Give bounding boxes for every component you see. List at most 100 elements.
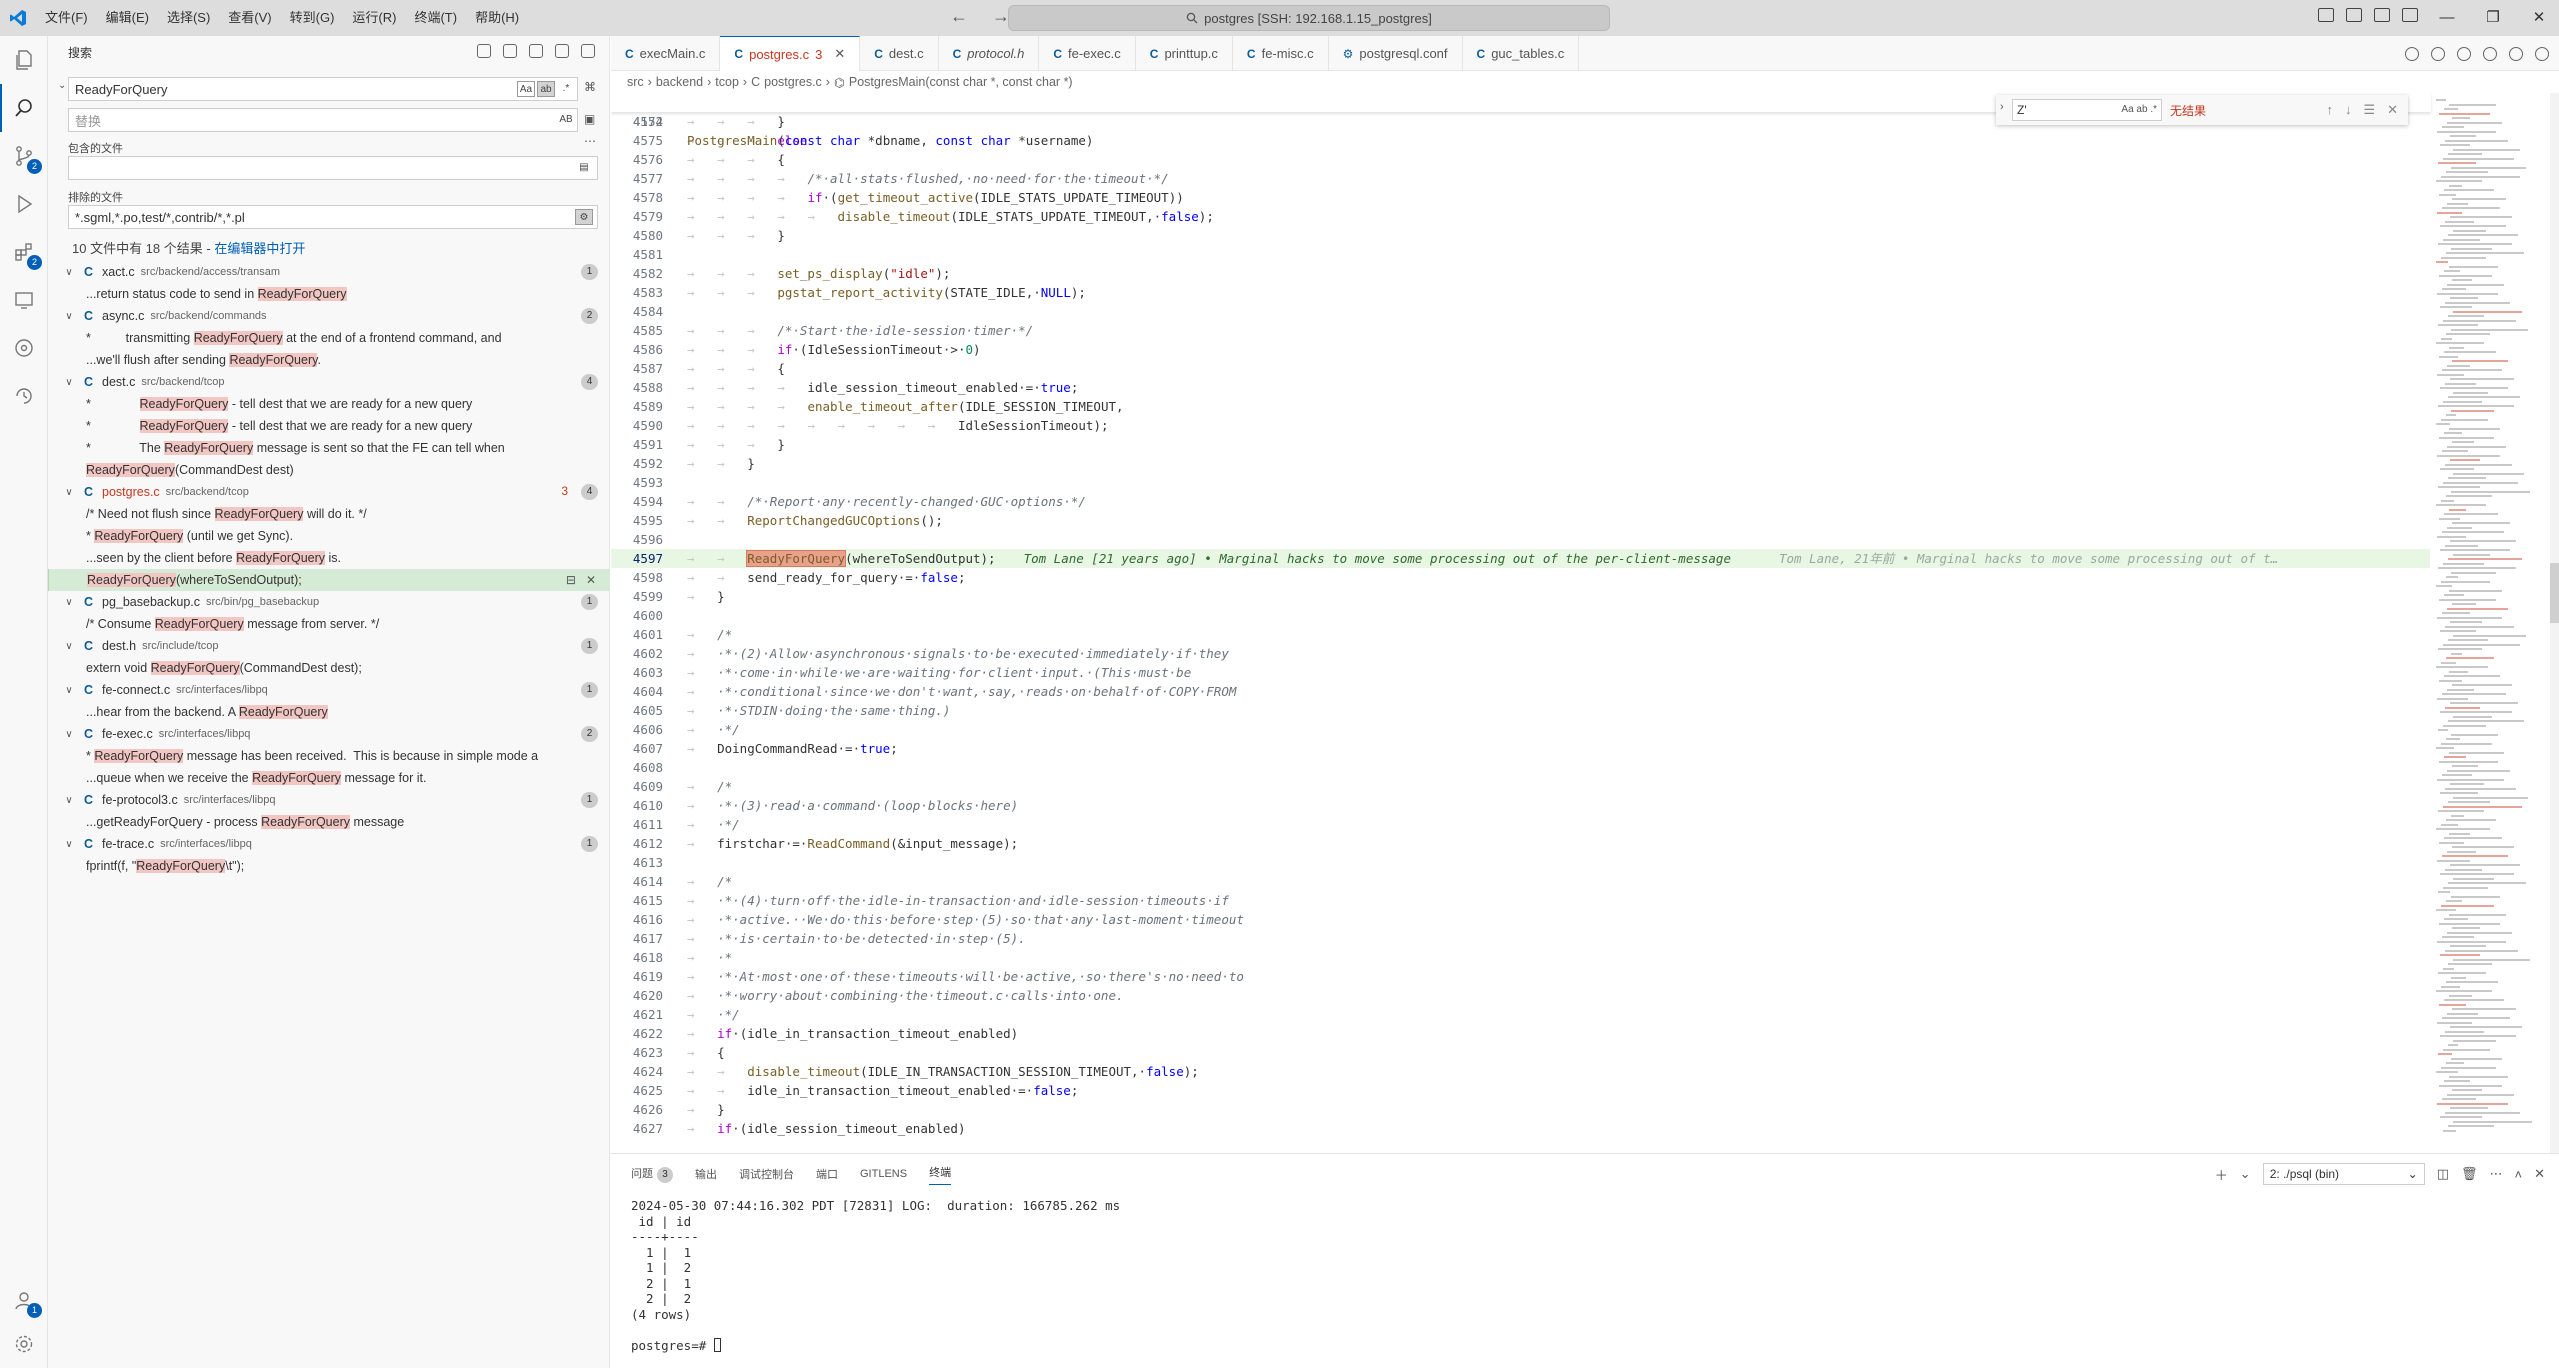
open-in-editor-link[interactable]: 在编辑器中打开 — [214, 241, 305, 256]
code-line[interactable]: 4611 → ·*/ — [611, 815, 2431, 834]
maximize-panel-icon[interactable]: ˄ — [2515, 1167, 2523, 1182]
result-match-row[interactable]: * ReadyForQuery - tell dest that we are … — [48, 415, 610, 437]
code-line[interactable]: 4609 → /* — [611, 777, 2431, 796]
kill-terminal-icon[interactable]: 🗑 — [2461, 1166, 2478, 1182]
result-match-row[interactable]: ...we'll flush after sending ReadyForQue… — [48, 349, 610, 371]
editor-tab[interactable]: Cfe-exec.c — [1039, 36, 1136, 71]
extensions-icon[interactable]: 2 — [0, 228, 48, 276]
new-terminal-icon[interactable]: ＋ — [2215, 1165, 2228, 1184]
result-match-row[interactable]: * ReadyForQuery message has been receive… — [48, 745, 610, 767]
code-line[interactable]: 4586 → → → if·(IdleSessionTimeout·>·0) — [611, 340, 2431, 359]
result-file-row[interactable]: ∨ Cfe-exec.c src/interfaces/libpq 2 — [48, 723, 610, 745]
result-match-row[interactable]: ReadyForQuery(whereToSendOutput); ⊟ ✕ — [48, 569, 610, 591]
result-file-row[interactable]: ∨ Cpostgres.c src/backend/tcop 3 4 — [48, 481, 610, 503]
result-file-row[interactable]: ∨ Cfe-trace.c src/interfaces/libpq 1 — [48, 833, 610, 855]
settings-gear-icon[interactable] — [0, 1320, 48, 1368]
close-panel-icon[interactable]: ✕ — [2534, 1166, 2545, 1182]
chevron-down-icon[interactable]: ∨ — [58, 839, 80, 850]
code-line[interactable]: 4625 → → idle_in_transaction_timeout_enab… — [611, 1081, 2431, 1100]
code-line[interactable]: 4585 → → → /*·Start·the·idle-session·time… — [611, 321, 2431, 340]
replace-all-icon[interactable]: ▣ — [584, 112, 595, 126]
code-editor[interactable]: 4152 PostgresMain(const char *dbname, co… — [611, 93, 2559, 1153]
code-line[interactable]: 4623 → { — [611, 1043, 2431, 1062]
result-file-row[interactable]: ∨ Cfe-protocol3.c src/interfaces/libpq 1 — [48, 789, 610, 811]
panel-tab[interactable]: 终端 — [929, 1164, 952, 1185]
result-match-row[interactable]: extern void ReadyForQuery(CommandDest de… — [48, 657, 610, 679]
code-line[interactable]: 4626 → } — [611, 1100, 2431, 1119]
close-tab-icon[interactable]: ✕ — [834, 46, 845, 62]
more-options-icon[interactable]: ⋯ — [584, 134, 596, 148]
chevron-down-icon[interactable]: ∨ — [58, 377, 80, 388]
chevron-down-icon[interactable]: ∨ — [58, 487, 80, 498]
preserve-case-icon[interactable]: ⌘ — [584, 80, 596, 94]
code-line[interactable]: 4620 → ·*·worry·about·combining·the·timeo… — [611, 986, 2431, 1005]
replace-icon[interactable]: ⊟ — [566, 573, 576, 587]
result-match-row[interactable]: ReadyForQuery(CommandDest dest) — [48, 459, 610, 481]
code-line[interactable]: 4616 → ·*·active.··We·do·this·before·step… — [611, 910, 2431, 929]
code-line[interactable]: 4581 — [611, 245, 2431, 264]
panel-tab[interactable]: GITLENS — [860, 1168, 907, 1180]
match-case-toggle[interactable]: Aa — [517, 81, 535, 97]
gitlens-icon[interactable] — [0, 324, 48, 372]
open-editors-only-icon[interactable]: ▤ — [575, 160, 593, 176]
breadcrumb-item[interactable]: src — [627, 75, 644, 89]
menu-item[interactable]: 转到(G) — [281, 0, 344, 36]
result-match-row[interactable]: /* Consume ReadyForQuery message from se… — [48, 613, 610, 635]
code-line[interactable]: 4602 → ·*·(2)·Allow·asynchronous·signals·… — [611, 644, 2431, 663]
terminal-output[interactable]: 2024-05-30 07:44:16.302 PDT [72831] LOG:… — [631, 1198, 1120, 1353]
panel-tab[interactable]: 输出 — [695, 1166, 717, 1182]
run-debug-icon[interactable] — [0, 180, 48, 228]
code-line[interactable]: 4624 → → disable_timeout(IDLE_IN_TRANSACT… — [611, 1062, 2431, 1081]
explorer-icon[interactable] — [0, 36, 48, 84]
code-line[interactable]: 4583 → → → pgstat_report_activity(STATE_I… — [611, 283, 2431, 302]
toggle-replace-chevron-icon[interactable]: ⌄ — [58, 80, 66, 91]
code-line[interactable]: 4593 — [611, 473, 2431, 492]
find-input[interactable]: Z' Aa ab .* — [2012, 99, 2162, 121]
dismiss-icon[interactable]: ✕ — [586, 573, 596, 587]
code-line[interactable]: 4627 → if·(idle_session_timeout_enabled) — [611, 1119, 2431, 1138]
code-line[interactable]: 4617 → ·*·is·certain·to·be·detected·in·st… — [611, 929, 2431, 948]
breadcrumb-item[interactable]: backend — [656, 75, 703, 89]
run-icon[interactable] — [2405, 46, 2419, 61]
toggle-secondary-sidebar-icon[interactable] — [2374, 8, 2390, 22]
toggle-primary-sidebar-icon[interactable] — [2318, 8, 2334, 22]
code-line[interactable]: 4579 → → → → → disable_timeout(IDLE_STATS… — [611, 207, 2431, 226]
code-line[interactable]: 4576 → → → { — [611, 150, 2431, 169]
command-center[interactable]: postgres [SSH: 192.168.1.15_postgres] — [1008, 5, 1610, 31]
editor-tab[interactable]: Cpostgres.c 3 ✕ — [720, 36, 861, 71]
find-in-selection-icon[interactable]: ☰ — [2363, 102, 2375, 118]
editor-tab[interactable]: Cfe-misc.c — [1233, 36, 1329, 71]
chevron-down-icon[interactable]: ∨ — [58, 729, 80, 740]
code-line[interactable]: 4589 → → → → enable_timeout_after(IDLE_SE… — [611, 397, 2431, 416]
menu-item[interactable]: 帮助(H) — [466, 0, 528, 36]
panel-more-icon[interactable]: ⋯ — [2490, 1166, 2503, 1182]
code-line[interactable]: 4597 → → ReadyForQuery(whereToSendOutput)… — [611, 549, 2431, 568]
code-line[interactable]: 4619 → ·*·At·most·one·of·these·timeouts·w… — [611, 967, 2431, 986]
result-match-row[interactable]: * ReadyForQuery (until we get Sync). — [48, 525, 610, 547]
chevron-down-icon[interactable]: ∨ — [58, 685, 80, 696]
result-match-row[interactable]: fprintf(f, "ReadyForQuery\t"); — [48, 855, 610, 877]
result-match-row[interactable]: ...return status code to send in ReadyFo… — [48, 283, 610, 305]
result-match-row[interactable]: ...hear from the backend. A ReadyForQuer… — [48, 701, 610, 723]
find-options-icon[interactable]: Aa ab .* — [2121, 100, 2157, 120]
code-line[interactable]: 4584 — [611, 302, 2431, 321]
breadcrumb-item[interactable]: postgres.c — [764, 75, 822, 89]
menu-item[interactable]: 终端(T) — [405, 0, 466, 36]
replace-input[interactable]: 替换 AB — [68, 108, 578, 132]
split-editor-icon[interactable] — [2509, 46, 2523, 61]
minimap[interactable] — [2430, 93, 2550, 1153]
editor-tab[interactable]: Cdest.c — [860, 36, 939, 71]
breadcrumb-item[interactable]: tcop — [715, 75, 739, 89]
preserve-case-toggle[interactable]: AB — [557, 112, 575, 128]
code-line[interactable]: 4607 → DoingCommandRead·=·true; — [611, 739, 2431, 758]
include-files-input[interactable]: ▤ — [68, 156, 598, 180]
clear-results-icon[interactable] — [503, 44, 517, 58]
vertical-scrollbar[interactable] — [2550, 93, 2559, 1153]
code-line[interactable]: 4591 → → → } — [611, 435, 2431, 454]
code-line[interactable]: 4595 → → ReportChangedGUCOptions(); — [611, 511, 2431, 530]
split-terminal-icon[interactable]: ◫ — [2437, 1166, 2449, 1182]
code-line[interactable]: 4590 → → → → → → → → → IdleSessionTimeout… — [611, 416, 2431, 435]
menu-item[interactable]: 文件(F) — [36, 0, 97, 36]
menu-item[interactable]: 查看(V) — [219, 0, 280, 36]
code-line[interactable]: 4582 → → → set_ps_display("idle"); — [611, 264, 2431, 283]
